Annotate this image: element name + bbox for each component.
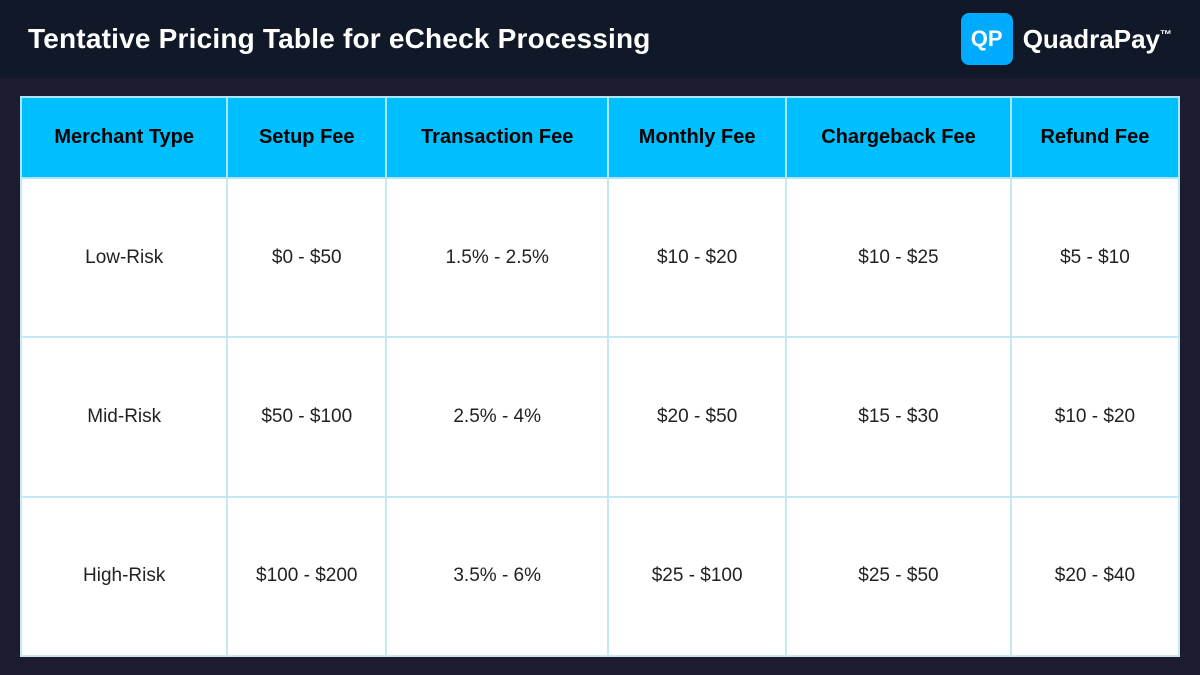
- table-row: Low-Risk $0 - $50 1.5% - 2.5% $10 - $20 …: [21, 178, 1179, 337]
- cell-refund-fee-2: $20 - $40: [1011, 497, 1179, 656]
- page-wrapper: Tentative Pricing Table for eCheck Proce…: [0, 0, 1200, 675]
- logo-name: QuadraPay: [1023, 24, 1160, 54]
- pricing-table: Merchant Type Setup Fee Transaction Fee …: [20, 96, 1180, 657]
- cell-setup-fee-1: $50 - $100: [227, 337, 386, 496]
- page-title: Tentative Pricing Table for eCheck Proce…: [28, 23, 651, 55]
- logo-icon: QP: [961, 13, 1013, 65]
- logo-container: QP QuadraPay™: [961, 13, 1172, 65]
- cell-merchant-type-2: High-Risk: [21, 497, 227, 656]
- table-container: Merchant Type Setup Fee Transaction Fee …: [0, 78, 1200, 675]
- cell-refund-fee-0: $5 - $10: [1011, 178, 1179, 337]
- col-header-merchant-type: Merchant Type: [21, 97, 227, 178]
- cell-monthly-fee-1: $20 - $50: [608, 337, 786, 496]
- table-header-row: Merchant Type Setup Fee Transaction Fee …: [21, 97, 1179, 178]
- cell-merchant-type-1: Mid-Risk: [21, 337, 227, 496]
- cell-chargeback-fee-0: $10 - $25: [786, 178, 1011, 337]
- cell-transaction-fee-1: 2.5% - 4%: [386, 337, 608, 496]
- cell-chargeback-fee-2: $25 - $50: [786, 497, 1011, 656]
- cell-merchant-type-0: Low-Risk: [21, 178, 227, 337]
- header: Tentative Pricing Table for eCheck Proce…: [0, 0, 1200, 78]
- table-row: Mid-Risk $50 - $100 2.5% - 4% $20 - $50 …: [21, 337, 1179, 496]
- cell-setup-fee-0: $0 - $50: [227, 178, 386, 337]
- col-header-chargeback-fee: Chargeback Fee: [786, 97, 1011, 178]
- col-header-refund-fee: Refund Fee: [1011, 97, 1179, 178]
- col-header-transaction-fee: Transaction Fee: [386, 97, 608, 178]
- cell-monthly-fee-2: $25 - $100: [608, 497, 786, 656]
- col-header-monthly-fee: Monthly Fee: [608, 97, 786, 178]
- cell-transaction-fee-2: 3.5% - 6%: [386, 497, 608, 656]
- cell-setup-fee-2: $100 - $200: [227, 497, 386, 656]
- cell-refund-fee-1: $10 - $20: [1011, 337, 1179, 496]
- cell-chargeback-fee-1: $15 - $30: [786, 337, 1011, 496]
- cell-transaction-fee-0: 1.5% - 2.5%: [386, 178, 608, 337]
- logo-tm: ™: [1160, 27, 1172, 41]
- col-header-setup-fee: Setup Fee: [227, 97, 386, 178]
- table-row: High-Risk $100 - $200 3.5% - 6% $25 - $1…: [21, 497, 1179, 656]
- cell-monthly-fee-0: $10 - $20: [608, 178, 786, 337]
- logo-text: QuadraPay™: [1023, 24, 1172, 55]
